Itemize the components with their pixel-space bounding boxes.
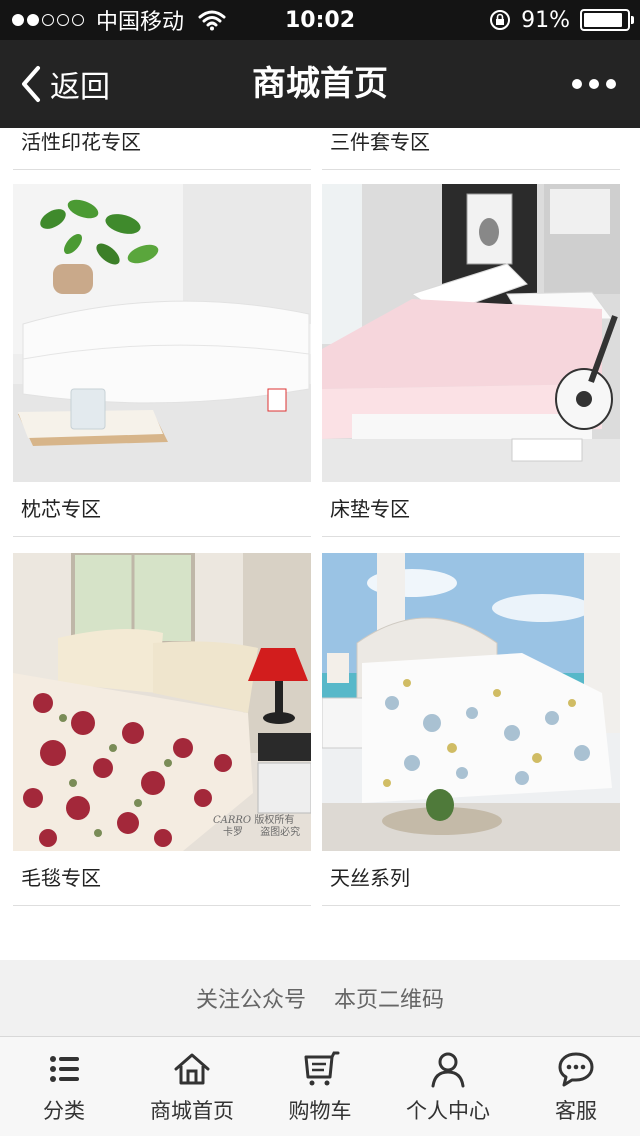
category-card-pillow[interactable]: 枕芯专区 (13, 184, 311, 537)
follow-official-account-link[interactable]: 关注公众号 (196, 982, 306, 1014)
category-label: 活性印花专区 (13, 128, 311, 170)
bottom-tab-bar: 分类 商城首页 购物车 个人中心 客服 (0, 1036, 640, 1136)
category-label: 三件套专区 (322, 128, 620, 170)
category-label: 天丝系列 (322, 851, 620, 906)
tab-label: 分类 (43, 1098, 85, 1123)
watermark-brand: CARRO (213, 815, 252, 826)
category-grid-container: 活性印花专区 三件套专区 枕芯专区 床垫专区 CARRO 版权所有 卡罗 盗图必… (0, 128, 640, 960)
tab-categories[interactable]: 分类 (0, 1037, 128, 1136)
cart-icon (304, 1051, 340, 1085)
tab-label: 购物车 (288, 1098, 352, 1123)
category-label: 枕芯专区 (13, 482, 311, 537)
person-icon (431, 1052, 465, 1087)
mattress-image[interactable] (322, 184, 620, 482)
tencel-bedding-image[interactable] (322, 553, 620, 851)
back-label: 返回 (50, 70, 110, 105)
list-icon (50, 1055, 79, 1082)
tab-cart[interactable]: 购物车 (256, 1037, 384, 1136)
tab-customer-service[interactable]: 客服 (512, 1037, 640, 1136)
rotation-lock-icon (490, 10, 511, 30)
tab-label: 个人中心 (406, 1098, 490, 1123)
back-button[interactable]: 返回 (18, 40, 110, 128)
tab-profile[interactable]: 个人中心 (384, 1037, 512, 1136)
watermark: CARRO 版权所有 卡罗 盗图必究 (213, 815, 300, 839)
battery-level (584, 13, 623, 27)
tab-home[interactable]: 商城首页 (128, 1037, 256, 1136)
watermark-sub: 卡罗 (223, 827, 243, 838)
category-label: 床垫专区 (322, 482, 620, 537)
category-card-mattress[interactable]: 床垫专区 (322, 184, 620, 537)
status-right: 91% (489, 0, 634, 40)
category-card-tencel[interactable]: 天丝系列 (322, 553, 620, 906)
status-bar: 中国移动 10:02 91% (0, 0, 640, 40)
navigation-bar: 返回 商城首页 (0, 40, 640, 128)
home-icon (174, 1053, 210, 1084)
blanket-image[interactable]: CARRO 版权所有 卡罗 盗图必究 (13, 553, 311, 851)
tab-label: 商城首页 (150, 1098, 234, 1123)
battery-percent: 91% (521, 7, 570, 33)
battery-icon (580, 9, 634, 31)
category-card-three-piece[interactable]: 三件套专区 (322, 128, 620, 170)
more-dot (606, 79, 616, 89)
watermark-note2: 盗图必究 (260, 827, 301, 838)
pillow-image[interactable] (13, 184, 311, 482)
category-label: 毛毯专区 (13, 851, 311, 906)
footer-links: 关注公众号 本页二维码 (0, 960, 640, 1036)
more-dot (572, 79, 582, 89)
chevron-left-icon (22, 66, 40, 102)
more-dot (589, 79, 599, 89)
more-dots-icon[interactable] (572, 40, 616, 128)
category-card-printed[interactable]: 活性印花专区 (13, 128, 311, 170)
category-card-blanket[interactable]: CARRO 版权所有 卡罗 盗图必究 毛毯专区 (13, 553, 311, 906)
chat-icon (558, 1052, 594, 1086)
page-qrcode-link[interactable]: 本页二维码 (334, 982, 444, 1014)
watermark-note1: 版权所有 (254, 815, 295, 826)
tab-label: 客服 (555, 1098, 597, 1123)
